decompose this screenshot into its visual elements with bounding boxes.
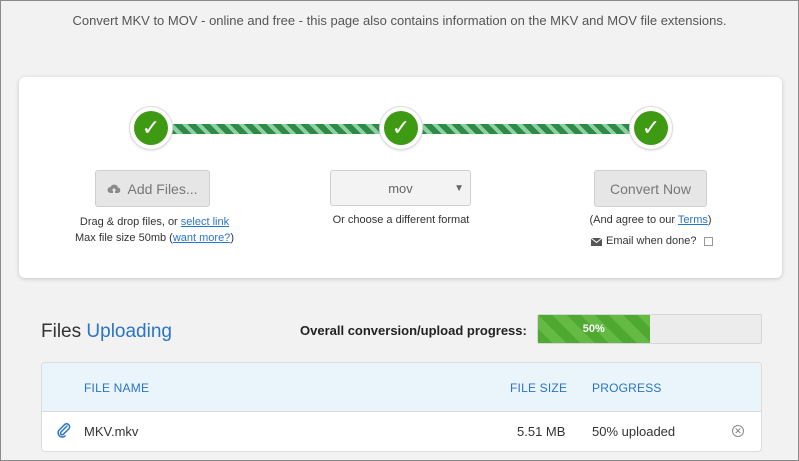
agree-text: (And agree to our [589,214,678,226]
column-header-file-size: FILE SIZE [510,381,568,395]
drag-drop-text: Drag & drop files, or [79,216,181,228]
table-row: MKV.mkv 5.51 MB 50% uploaded ✕ [42,412,761,451]
agree-close: ) [707,214,712,226]
check-icon: ✓ [134,111,168,145]
format-hint: Or choose a different format [332,214,470,226]
file-size-cell: 5.51 MB [517,424,566,439]
envelope-icon [590,237,603,246]
format-select-value: mov [388,180,413,196]
converter-panel: ✓ ✓ ✓ Add Files... Drag & drop files, or… [19,77,782,278]
files-title-status: Uploading [86,321,172,342]
step-track-2 [419,124,649,134]
files-table: FILE NAME FILE SIZE PROGRESS MKV.mkv 5.5… [41,362,762,452]
files-section-title: Files Uploading [41,321,172,343]
terms-info: (And agree to our Terms) [559,212,742,228]
chevron-down-icon: ▼ [454,183,464,194]
email-when-done-checkbox[interactable] [703,236,713,246]
email-when-done: Email when done? [590,235,713,247]
overall-progress-bar: 50% [537,314,762,344]
check-icon: ✓ [634,111,668,145]
select-link[interactable]: select link [181,216,229,228]
drag-drop-info: Drag & drop files, or select link Max fi… [59,214,250,246]
add-files-label: Add Files... [127,180,198,197]
files-table-header: FILE NAME FILE SIZE PROGRESS [42,363,761,412]
convert-now-button[interactable]: Convert Now [594,170,707,207]
cloud-upload-icon [107,183,121,195]
page-tagline: Convert MKV to MOV - online and free - t… [72,13,727,28]
overall-progress-fill: 50% [538,315,650,343]
step-track-1 [169,124,399,134]
paperclip-icon [56,422,72,438]
column-header-progress: PROGRESS [592,381,662,395]
want-more-link[interactable]: want more? [173,232,230,244]
email-when-done-label: Email when done? [606,235,697,247]
file-progress-cell: 50% uploaded [592,424,676,439]
step-3-indicator: ✓ [630,107,672,149]
max-size-close: ) [230,232,234,244]
check-icon: ✓ [384,111,418,145]
convert-now-label: Convert Now [610,180,691,197]
column-header-file-name: FILE NAME [84,381,150,395]
files-title-prefix: Files [41,321,82,342]
step-2-indicator: ✓ [380,107,422,149]
max-size-text: Max file size 50mb ( [75,232,173,244]
format-select[interactable]: mov ▼ [330,170,471,206]
add-files-button[interactable]: Add Files... [95,170,210,207]
step-1-indicator: ✓ [130,107,172,149]
file-name-cell: MKV.mkv [84,424,139,439]
remove-file-icon[interactable]: ✕ [732,425,744,437]
terms-link[interactable]: Terms [678,214,708,226]
overall-progress-label: Overall conversion/upload progress: [300,323,527,338]
